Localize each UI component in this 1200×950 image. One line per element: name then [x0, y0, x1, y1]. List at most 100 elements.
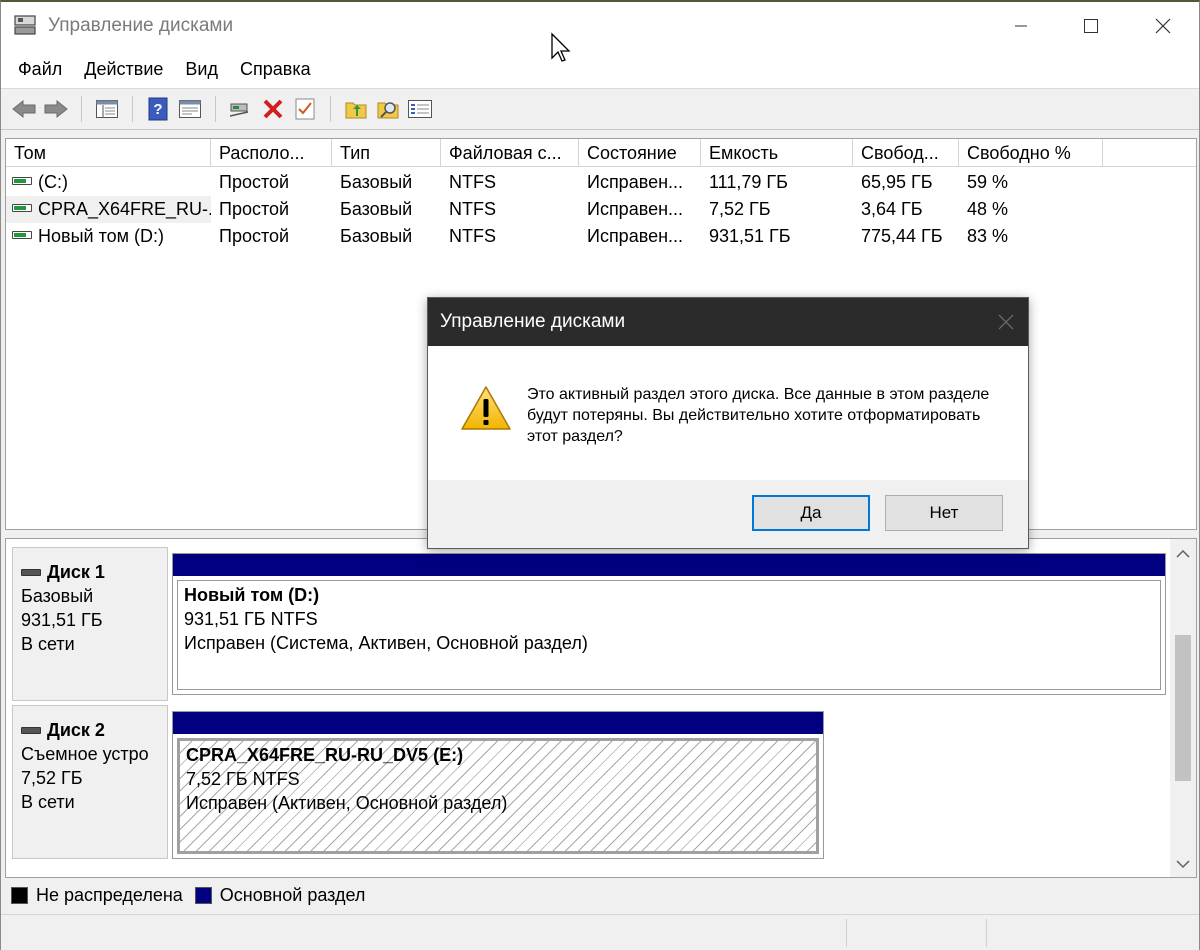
- console-tree-icon: [96, 100, 118, 118]
- primary-partition-bar: [173, 554, 1165, 576]
- dialog-close-button[interactable]: [986, 298, 1026, 346]
- disk-1-label[interactable]: Диск 1 Базовый 931,51 ГБ В сети: [12, 547, 168, 701]
- column-header-filesystem[interactable]: Файловая с...: [441, 139, 579, 167]
- console-tree-button[interactable]: [92, 94, 122, 124]
- forward-icon: [44, 99, 68, 119]
- disk-2-label[interactable]: Диск 2 Съемное устро 7,52 ГБ В сети: [12, 705, 168, 859]
- partition-name: Новый том (D:): [184, 585, 320, 605]
- back-icon: [12, 99, 36, 119]
- volume-name: (C:): [38, 172, 68, 192]
- volume-filesystem: NTFS: [449, 199, 496, 219]
- disk-name: Диск 1: [47, 562, 105, 582]
- minimize-button[interactable]: [986, 2, 1056, 50]
- disk-state: В сети: [21, 792, 75, 812]
- close-icon: [1155, 18, 1171, 34]
- scroll-down-button[interactable]: [1170, 851, 1196, 877]
- connect-button[interactable]: [226, 94, 256, 124]
- column-header-status[interactable]: Состояние: [579, 139, 701, 167]
- table-row[interactable]: Новый том (D:) Простой Базовый NTFS Испр…: [6, 223, 1196, 250]
- menu-bar: Файл Действие Вид Справка: [1, 50, 1199, 88]
- disk-kind: Съемное устро: [21, 744, 149, 764]
- column-header-type[interactable]: Тип: [332, 139, 441, 167]
- disk-name: Диск 2: [47, 720, 105, 740]
- volume-free-percent: 48 %: [967, 199, 1009, 219]
- svg-text:?: ?: [153, 101, 162, 118]
- search-button[interactable]: [373, 94, 403, 124]
- partition-d[interactable]: Новый том (D:) 931,51 ГБ NTFS Исправен (…: [172, 553, 1166, 695]
- volume-name: Новый том (D:): [38, 226, 164, 246]
- refresh-button[interactable]: [341, 94, 371, 124]
- chevron-down-icon: [1176, 860, 1190, 869]
- volume-free-percent: 83 %: [967, 226, 1009, 246]
- column-header-free[interactable]: Свобод...: [853, 139, 959, 167]
- disk-size: 7,52 ГБ: [21, 768, 83, 788]
- menu-action[interactable]: Действие: [73, 54, 174, 84]
- mouse-cursor-icon: [551, 32, 571, 62]
- volume-free: 65,95 ГБ: [861, 172, 933, 192]
- volume-filesystem: NTFS: [449, 226, 496, 246]
- partition-status: Исправен (Система, Активен, Основной раз…: [184, 633, 588, 653]
- warning-icon: [461, 386, 511, 430]
- toolbar-separator: [81, 96, 82, 122]
- menu-file[interactable]: Файл: [7, 54, 73, 84]
- volume-name: CPRA_X64FRE_RU-...: [38, 199, 211, 219]
- check-icon: [295, 98, 315, 120]
- table-row[interactable]: CPRA_X64FRE_RU-... Простой Базовый NTFS …: [6, 196, 1196, 223]
- volume-type: Базовый: [340, 172, 413, 192]
- refresh-icon: [345, 102, 367, 119]
- volume-status: Исправен...: [587, 199, 684, 219]
- scroll-up-button[interactable]: [1170, 541, 1196, 567]
- delete-button[interactable]: [258, 94, 288, 124]
- disk-icon: [21, 568, 41, 576]
- list-button[interactable]: [405, 94, 435, 124]
- forward-button[interactable]: [41, 94, 71, 124]
- back-button[interactable]: [9, 94, 39, 124]
- volume-layout: Простой: [219, 226, 290, 246]
- toolbar-separator: [132, 96, 133, 122]
- partition-size-fs: 7,52 ГБ NTFS: [186, 769, 300, 789]
- volume-layout: Простой: [219, 172, 290, 192]
- maximize-button[interactable]: [1056, 2, 1126, 50]
- volume-icon: [12, 177, 32, 186]
- column-header-volume[interactable]: Том: [6, 139, 211, 167]
- column-header-capacity[interactable]: Емкость: [701, 139, 853, 167]
- close-button[interactable]: [1128, 2, 1198, 50]
- check-button[interactable]: [290, 94, 320, 124]
- partition-e[interactable]: CPRA_X64FRE_RU-RU_DV5 (E:) 7,52 ГБ NTFS …: [172, 711, 824, 859]
- no-button[interactable]: Нет: [885, 495, 1003, 531]
- volume-filesystem: NTFS: [449, 172, 496, 192]
- legend-swatch: [11, 886, 28, 904]
- volume-status: Исправен...: [587, 172, 684, 192]
- column-header-layout[interactable]: Располо...: [211, 139, 332, 167]
- disk-state: В сети: [21, 634, 75, 654]
- list-header: Том Располо... Тип Файловая с... Состоян…: [6, 139, 1196, 167]
- title-bar: Управление дисками: [1, 2, 1199, 50]
- column-header-free-percent[interactable]: Свободно %: [959, 139, 1103, 167]
- connect-icon: [229, 103, 249, 117]
- help-button[interactable]: ?: [143, 94, 173, 124]
- toolbar: ?: [1, 88, 1199, 130]
- menu-view[interactable]: Вид: [174, 54, 229, 84]
- chevron-up-icon: [1176, 549, 1190, 558]
- delete-icon: [263, 99, 283, 119]
- yes-button[interactable]: Да: [752, 495, 870, 531]
- legend: Не распределена Основной раздел: [5, 878, 1197, 912]
- partition-name: CPRA_X64FRE_RU-RU_DV5 (E:): [186, 745, 464, 765]
- vertical-scrollbar[interactable]: [1170, 539, 1196, 877]
- volume-capacity: 931,51 ГБ: [709, 226, 791, 246]
- volume-free: 3,64 ГБ: [861, 199, 923, 219]
- volume-capacity: 111,79 ГБ: [709, 172, 788, 192]
- toolbar-separator: [215, 96, 216, 122]
- table-row[interactable]: (C:) Простой Базовый NTFS Исправен... 11…: [6, 169, 1196, 196]
- partition-size-fs: 931,51 ГБ NTFS: [184, 609, 318, 629]
- scroll-thumb[interactable]: [1175, 635, 1191, 781]
- volume-layout: Простой: [219, 199, 290, 219]
- volume-icon: [12, 204, 32, 213]
- properties-button[interactable]: [175, 94, 205, 124]
- help-icon: ?: [148, 97, 168, 121]
- volume-capacity: 7,52 ГБ: [709, 199, 771, 219]
- menu-help[interactable]: Справка: [229, 54, 322, 84]
- status-bar: [1, 914, 1199, 950]
- legend-label: Основной раздел: [219, 884, 366, 905]
- format-confirmation-dialog: Управление дисками Это активный раздел э…: [427, 297, 1029, 549]
